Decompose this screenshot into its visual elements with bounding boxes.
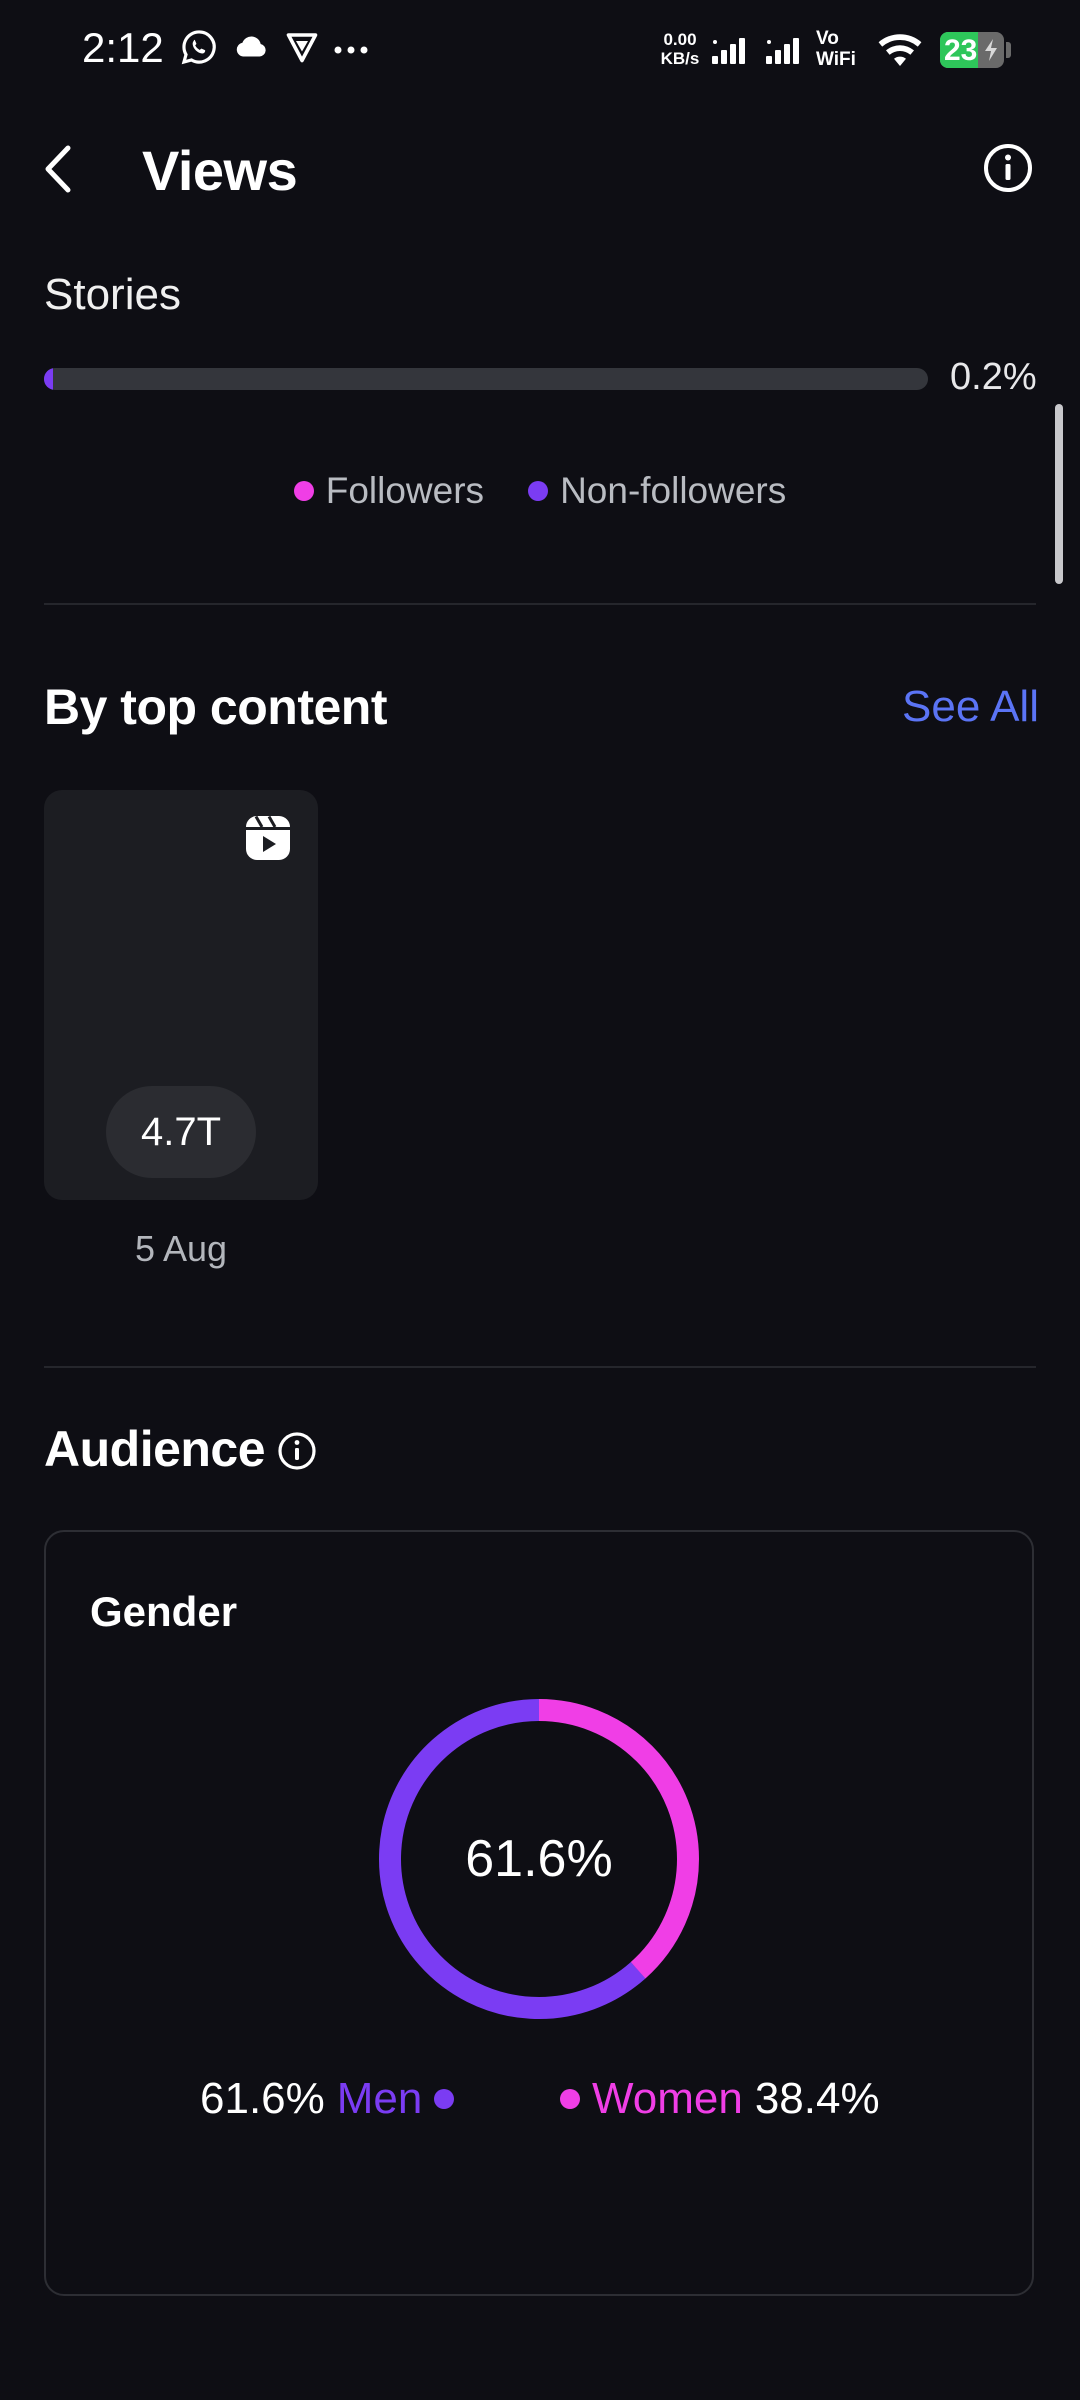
- cloud-icon: [236, 36, 266, 57]
- signal-icon: [766, 38, 799, 64]
- legend-men: 61.6% Men: [200, 2074, 455, 2124]
- charging-bolt-icon: [985, 39, 997, 61]
- stories-label: Stories: [44, 270, 181, 319]
- men-label: Men: [336, 2074, 423, 2123]
- legend-non-followers-label: Non-followers: [560, 470, 787, 511]
- top-content-title: By top content: [44, 679, 387, 735]
- vowifi-bottom: WiFi: [816, 49, 856, 70]
- see-all-link[interactable]: See All: [902, 682, 1039, 732]
- legend-women: Women 38.4%: [560, 2074, 880, 2124]
- women-dot: [560, 2089, 580, 2109]
- content-date: 5 Aug: [134, 1228, 228, 1269]
- battery-charging-icon: 23: [940, 32, 1004, 68]
- men-dot: [434, 2089, 455, 2109]
- legend-followers: Followers: [293, 470, 485, 512]
- divider: [44, 1366, 1036, 1368]
- vowifi-top: Vo: [816, 28, 839, 49]
- divider: [44, 603, 1036, 605]
- info-icon[interactable]: [982, 142, 1034, 194]
- battery-level: 23: [944, 34, 978, 67]
- followers-dot: [293, 481, 314, 501]
- stories-progress-fill: [44, 368, 53, 390]
- net-speed: 0.00 KB/s: [656, 30, 704, 68]
- status-time: 2:12: [82, 24, 164, 71]
- battery-tip: [1006, 42, 1011, 58]
- info-icon[interactable]: [276, 1430, 318, 1472]
- stories-legend: Followers Non-followers: [0, 470, 1080, 512]
- chevron-left-icon[interactable]: [40, 144, 76, 194]
- vpn-shield-icon: [286, 33, 318, 63]
- signal-icon: [712, 38, 745, 64]
- non-followers-dot: [528, 481, 549, 501]
- top-content-card[interactable]: 4.7T: [44, 790, 318, 1200]
- stories-percent: 0.2%: [950, 356, 1037, 398]
- wifi-icon: [878, 34, 922, 66]
- whatsapp-icon: [181, 30, 216, 65]
- stories-progress-bar: [44, 368, 928, 390]
- men-percent: 61.6%: [200, 2074, 325, 2123]
- net-speed-unit: KB/s: [660, 49, 700, 68]
- donut-center-value: 61.6%: [465, 1830, 613, 1888]
- net-speed-value: 0.00: [663, 30, 697, 49]
- scrollbar[interactable]: [1055, 404, 1063, 584]
- page-title: Views: [142, 139, 298, 202]
- legend-followers-label: Followers: [325, 470, 485, 511]
- legend-non-followers: Non-followers: [528, 470, 786, 512]
- gender-title: Gender: [90, 1588, 238, 1635]
- reels-icon: [246, 815, 290, 860]
- women-percent: 38.4%: [754, 2074, 880, 2123]
- audience-title: Audience: [44, 1421, 266, 1477]
- views-count-badge: 4.7T: [106, 1086, 256, 1178]
- more-dots-icon: [334, 46, 368, 54]
- women-label: Women: [592, 2074, 743, 2123]
- vowifi-indicator: Vo WiFi: [816, 28, 856, 70]
